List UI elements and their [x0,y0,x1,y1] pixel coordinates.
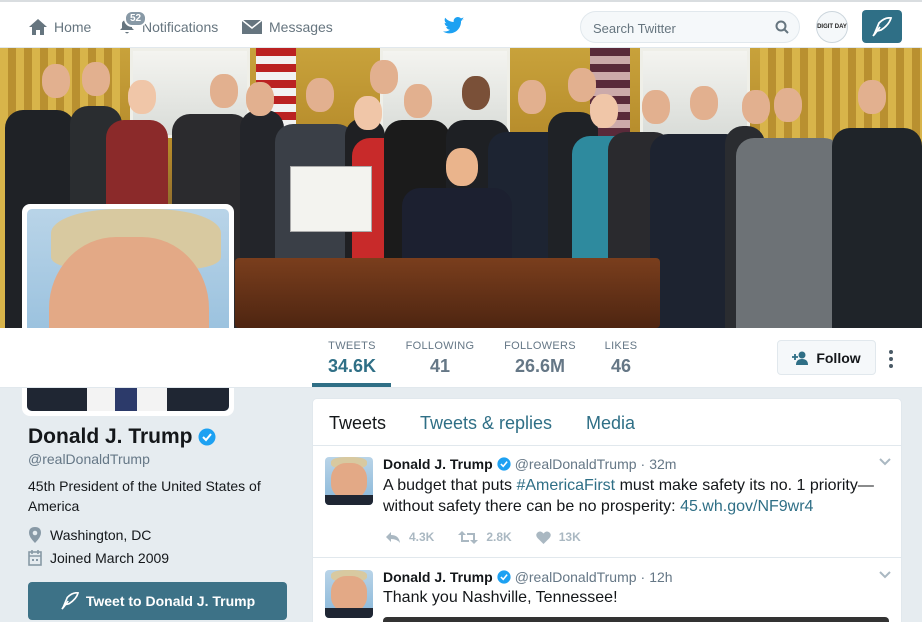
quill-icon [61,592,79,610]
heart-icon [535,530,551,544]
follow-button-label: Follow [816,349,861,366]
tweet-item[interactable]: Donald J. Trump @realDonaldTrump · 32m A… [313,446,901,558]
verified-badge-icon [497,457,511,471]
verified-badge-icon [198,428,216,446]
tweet-header: Donald J. Trump @realDonaldTrump · 32m [383,456,676,472]
timeline: Tweets Tweets & replies Media Donald J. … [312,398,902,622]
stat-following-value: 41 [429,356,451,376]
stat-following-label: FOLLOWING [405,340,475,352]
stat-following[interactable]: FOLLOWING 41 [402,340,478,377]
quill-icon [872,16,893,37]
tweet-avatar[interactable] [325,570,373,618]
tweet-media[interactable] [383,617,889,622]
tweet-hashtag[interactable]: #AmericaFirst [516,477,615,494]
stat-likes-label: LIKES [604,340,638,352]
profile-joined-text: Joined March 2009 [50,550,170,566]
tweet-timestamp[interactable]: 12h [649,569,672,585]
home-icon [29,19,47,35]
stat-followers-label: FOLLOWERS [504,340,576,352]
active-tab-indicator [312,383,391,387]
tweet-to-button[interactable]: Tweet to Donald J. Trump [28,582,287,620]
nav-home[interactable]: Home [28,16,91,38]
profile-joined: Joined March 2009 [28,550,169,566]
tab-tweets-replies[interactable]: Tweets & replies [420,413,552,434]
top-nav: Home Notifications 52 Messages DIGIT DAY [0,0,922,48]
retweet-count: 2.8K [486,530,512,544]
reply-button[interactable]: 4.3K [385,530,434,544]
tweet-text: Thank you Nashville, Tennessee! [383,589,618,606]
stat-followers-value: 26.6M [514,356,566,376]
reply-count: 4.3K [409,530,435,544]
reply-icon [386,531,400,543]
tweet-item[interactable]: Donald J. Trump @realDonaldTrump · 12h T… [313,559,901,622]
profile-location: Washington, DC [28,526,151,544]
tweet-author-handle[interactable]: @realDonaldTrump [515,569,637,585]
profile-name[interactable]: Donald J. Trump [28,425,193,449]
tweet-author-handle[interactable]: @realDonaldTrump [515,456,637,472]
account-avatar[interactable]: DIGIT DAY [816,11,848,43]
tweet-text-prefix: A budget that puts [383,477,517,494]
tweet-author-name[interactable]: Donald J. Trump [383,569,493,585]
stat-tweets[interactable]: TWEETS 34.6K [316,340,388,377]
envelope-icon [241,19,263,34]
stat-tweets-label: TWEETS [328,340,376,352]
location-pin-icon [29,527,41,543]
notifications-badge: 52 [124,10,148,27]
tab-media[interactable]: Media [586,413,635,434]
verified-badge-icon [497,570,511,584]
tab-tweets[interactable]: Tweets [329,413,386,434]
tweet-avatar[interactable] [325,457,373,505]
nav-messages-label: Messages [269,19,333,35]
tweet-actions: 4.3K 2.8K 13K [385,530,605,544]
like-button[interactable]: 13K [535,530,581,544]
search-input[interactable] [593,18,773,38]
profile-bio: 45th President of the United States of A… [28,478,261,514]
retweet-button[interactable]: 2.8K [458,530,512,544]
more-dots-icon [889,350,893,354]
twitter-bird-icon[interactable] [443,16,465,36]
stat-likes[interactable]: LIKES 46 [600,340,642,377]
tweet-text: A budget that puts #AmericaFirst must ma… [383,475,888,517]
profile-name-line: Donald J. Trump [28,425,216,449]
stat-followers[interactable]: FOLLOWERS 26.6M [500,340,580,377]
more-options-button[interactable] [886,350,896,372]
stat-tweets-value: 34.6K [327,356,377,376]
timeline-tabs: Tweets Tweets & replies Media [313,399,901,446]
like-count: 13K [558,530,581,544]
account-avatar-text: DIGIT DAY [817,24,847,30]
tweet-link[interactable]: 45.wh.gov/NF9wr4 [680,498,813,515]
chevron-down-icon[interactable] [879,458,891,466]
follow-button[interactable]: Follow [777,340,876,375]
add-user-icon [792,351,809,365]
profile-location-text: Washington, DC [50,527,152,543]
nav-messages[interactable]: Messages [241,16,333,38]
nav-home-label: Home [54,19,92,35]
profile-handle[interactable]: @realDonaldTrump [28,451,150,467]
retweet-icon [458,530,479,544]
separator-dot: · [640,569,646,585]
compose-tweet-button[interactable] [862,10,902,43]
calendar-icon [28,550,42,566]
tweet-to-button-label: Tweet to Donald J. Trump [85,593,256,609]
chevron-down-icon[interactable] [879,571,891,579]
tweet-header: Donald J. Trump @realDonaldTrump · 12h [383,569,673,585]
search-box[interactable] [580,11,800,43]
tweet-author-name[interactable]: Donald J. Trump [383,456,493,472]
tweet-timestamp[interactable]: 32m [649,456,676,472]
nav-notifications-label: Notifications [142,19,219,35]
separator-dot: · [640,456,646,472]
stat-likes-value: 46 [610,356,632,376]
search-icon[interactable] [775,20,789,34]
